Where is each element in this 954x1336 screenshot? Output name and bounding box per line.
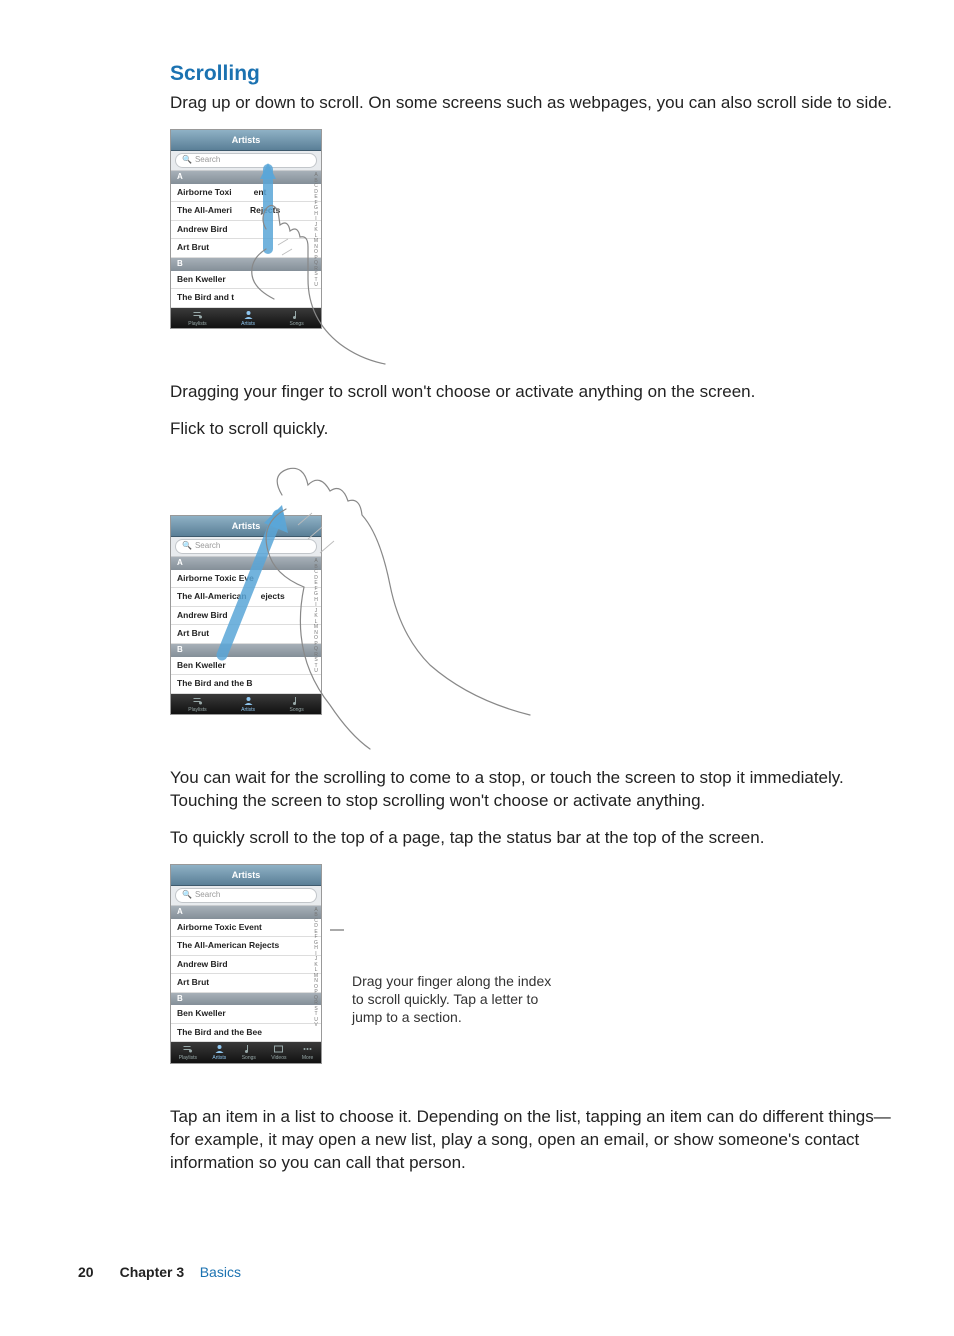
intro-paragraph: Drag up or down to scroll. On some scree… [170,92,906,115]
tab-playlists[interactable]: Playlists [188,696,206,714]
phone-ui-index: Artists 🔍 Search ABCDEFGHIJKLMNOPQRSTUV … [170,864,322,1064]
callout-leader-line [330,924,344,1084]
window-title: Artists [171,130,321,151]
tab-songs[interactable]: Songs [290,696,304,714]
alpha-index[interactable]: ABCDEFGHIJKLMNOPQRSTU [312,171,320,307]
search-input[interactable]: 🔍 Search [175,153,317,168]
search-input[interactable]: 🔍 Search [175,888,317,903]
list-item[interactable]: Art Brut [171,974,321,992]
paragraph-top-scroll: To quickly scroll to the top of a page, … [170,827,906,850]
paragraph-after-drag: Dragging your finger to scroll won't cho… [170,381,906,404]
phone-ui-flick: Artists 🔍 Search ABCDEFGHIJKLMNOPQRSTU A… [170,515,322,715]
search-icon: 🔍 [182,155,192,166]
list-item[interactable]: Art Brut [171,625,321,643]
tab-bar: Playlists Artists Songs Videos More [171,1042,321,1063]
chapter-name: Basics [200,1264,241,1280]
search-placeholder: Search [195,155,220,166]
list-item[interactable]: Art Brut [171,239,321,257]
figure-flick-scroll: Artists 🔍 Search ABCDEFGHIJKLMNOPQRSTU A… [170,455,570,745]
list-item[interactable]: Airborne Toxic Eve [171,570,321,588]
search-placeholder: Search [195,541,220,552]
tab-songs[interactable]: Songs [290,310,304,328]
section-heading: Scrolling [170,60,906,88]
list-item[interactable]: Ben Kweller [171,657,321,675]
list-item[interactable]: Andrew Bird [171,221,321,239]
searchbar: 🔍 Search [171,537,321,557]
tab-bar: Playlists Artists Songs [171,694,321,715]
list-item[interactable]: Ben Kweller [171,271,321,289]
list-item[interactable]: The Bird and t [171,289,321,307]
section-header-a: A [171,906,321,919]
list-item[interactable]: The Bird and the Bee [171,1024,321,1042]
search-icon: 🔍 [182,541,192,552]
list-item[interactable]: Andrew Bird [171,607,321,625]
list-item[interactable]: Airborne Toxient [171,184,321,202]
list-item[interactable]: The All-Americanejects [171,588,321,606]
tab-videos[interactable]: Videos [271,1044,286,1062]
callout-text: Drag your finger along the index to scro… [352,972,562,1027]
section-header-a: A [171,557,321,570]
figure-index-scroll: Artists 🔍 Search ABCDEFGHIJKLMNOPQRSTUV … [170,864,906,1084]
alpha-index[interactable]: ABCDEFGHIJKLMNOPQRSTUV [312,906,320,1042]
search-input[interactable]: 🔍 Search [175,539,317,554]
list-item[interactable]: The All-AmeriRejects [171,202,321,220]
searchbar: 🔍 Search [171,886,321,906]
list-item[interactable]: The Bird and the B [171,675,321,693]
window-title: Artists [171,516,321,537]
flick-intro: Flick to scroll quickly. [170,418,906,441]
section-header-b: B [171,258,321,271]
paragraph-after-flick: You can wait for the scrolling to come t… [170,767,906,813]
tab-songs[interactable]: Songs [242,1044,256,1062]
section-header-a: A [171,171,321,184]
search-placeholder: Search [195,890,220,901]
list-item[interactable]: The All-American Rejects [171,937,321,955]
list-item[interactable]: Andrew Bird [171,956,321,974]
tab-artists[interactable]: Artists [241,310,255,328]
tab-playlists[interactable]: Playlists [188,310,206,328]
tab-bar: Playlists Artists Songs [171,308,321,329]
figure-drag-scroll: Artists 🔍 Search ABCDEFGHIJKLMNOPQRSTU A… [170,129,390,359]
page-number: 20 [78,1263,94,1282]
window-title: Artists [171,865,321,886]
list-item[interactable]: Ben Kweller [171,1005,321,1023]
searchbar: 🔍 Search [171,151,321,171]
section-header-b: B [171,993,321,1006]
paragraph-tap-item: Tap an item in a list to choose it. Depe… [170,1106,906,1175]
tab-more[interactable]: More [302,1044,313,1062]
page-footer: 20 Chapter 3 Basics [78,1263,241,1282]
section-header-b: B [171,644,321,657]
tab-playlists[interactable]: Playlists [179,1044,197,1062]
phone-ui-drag: Artists 🔍 Search ABCDEFGHIJKLMNOPQRSTU A… [170,129,322,329]
tab-artists[interactable]: Artists [212,1044,226,1062]
alpha-index[interactable]: ABCDEFGHIJKLMNOPQRSTU [312,557,320,693]
chapter-label: Chapter 3 [120,1264,185,1280]
list-item[interactable]: Airborne Toxic Event [171,919,321,937]
tab-artists[interactable]: Artists [241,696,255,714]
search-icon: 🔍 [182,890,192,901]
